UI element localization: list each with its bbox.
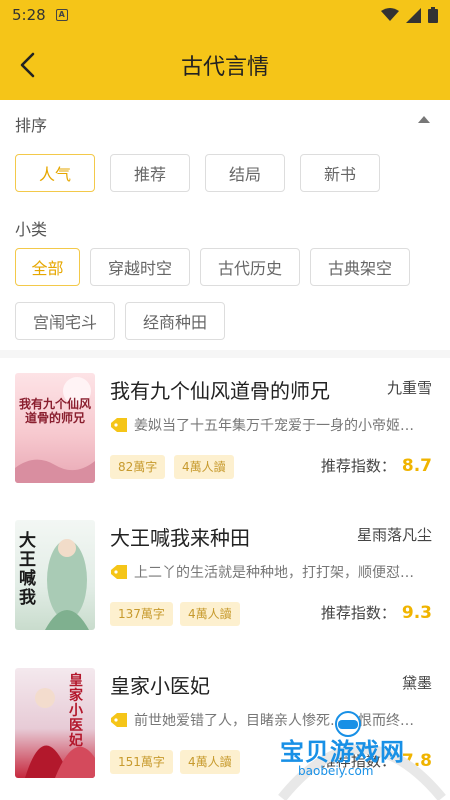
sort-option-finished[interactable]: 结局	[205, 154, 285, 192]
subcategory-ancient-history[interactable]: 古代历史	[200, 248, 300, 286]
recommend-score: 8.7	[401, 456, 432, 476]
collapse-arrow-icon[interactable]	[418, 116, 430, 123]
cover-title: 皇家小医妃	[69, 673, 83, 749]
book-cover: 大王喊我	[15, 520, 95, 630]
sort-option-new[interactable]: 新书	[300, 154, 380, 192]
notification-icon: A	[55, 9, 68, 21]
tag-icon	[111, 418, 127, 432]
word-count-badge: 82萬字	[110, 455, 166, 479]
cover-title: 我有九个仙风道骨的师兄	[19, 397, 92, 425]
signal-icon	[406, 7, 421, 23]
book-title: 大王喊我来种田	[110, 526, 250, 550]
status-icons	[381, 7, 438, 23]
site-watermark: 宝贝游戏网 baobeiy.com	[272, 710, 450, 800]
word-count-badge: 151萬字	[110, 750, 173, 774]
book-description: 上二丫的生活就是种种地，打打架，顺便怼…	[134, 565, 414, 581]
book-author: 黛墨	[401, 674, 432, 692]
back-arrow-icon	[20, 52, 35, 78]
book-cover: 皇家小医妃	[15, 668, 95, 778]
sort-label: 排序	[15, 116, 48, 135]
subcategory-time-travel[interactable]: 穿越时空	[90, 248, 190, 286]
book-title: 我有九个仙风道骨的师兄	[110, 379, 330, 403]
tag-icon	[111, 565, 127, 579]
word-count-badge: 137萬字	[110, 602, 173, 626]
watermark-url: baobeiy.com	[298, 764, 374, 778]
recommend-index: 推荐指数： 8.7	[321, 455, 432, 476]
cover-title: 大王喊我	[19, 531, 36, 608]
section-divider	[0, 350, 450, 358]
watermark-text: 宝贝游戏网	[280, 738, 405, 766]
subcategory-fictional-ancient[interactable]: 古典架空	[310, 248, 410, 286]
recommend-label: 推荐指数：	[320, 604, 396, 622]
app-header: 古代言情	[0, 30, 450, 100]
subcategory-label: 小类	[15, 220, 48, 239]
status-bar: 5:28 A	[0, 0, 450, 30]
subcategory-farming-business[interactable]: 经商种田	[125, 302, 225, 340]
subcategory-all[interactable]: 全部	[15, 248, 80, 286]
recommend-label: 推荐指数：	[320, 457, 396, 475]
sort-option-recommended[interactable]: 推荐	[110, 154, 190, 192]
book-author: 星雨落凡尘	[356, 526, 432, 544]
page-title: 古代言情	[180, 55, 269, 80]
readers-badge: 4萬人讀	[174, 455, 234, 479]
back-button[interactable]	[10, 48, 44, 82]
book-item[interactable]: 大王喊我 大王喊我来种田 星雨落凡尘 上二丫的生活就是种种地，打打架，顺便怼… …	[0, 520, 450, 668]
subcategory-palace-intrigue[interactable]: 宫闱宅斗	[15, 302, 115, 340]
book-description: 姜姒当了十五年集万千宠爱于一身的小帝姬…	[134, 418, 414, 434]
book-description-row: 姜姒当了十五年集万千宠爱于一身的小帝姬…	[110, 415, 432, 435]
cover-art	[15, 377, 95, 483]
readers-badge: 4萬人讀	[180, 750, 240, 774]
book-item[interactable]: 我有九个仙风道骨的师兄 我有九个仙风道骨的师兄 九重雪 姜姒当了十五年集万千宠爱…	[0, 373, 450, 521]
book-title: 皇家小医妃	[110, 674, 210, 698]
book-description-row: 上二丫的生活就是种种地，打打架，顺便怼…	[110, 562, 432, 582]
battery-icon	[428, 7, 438, 23]
recommend-index: 推荐指数： 9.3	[321, 602, 432, 623]
tag-icon	[111, 713, 127, 727]
wifi-icon	[381, 8, 399, 21]
book-cover: 我有九个仙风道骨的师兄	[15, 373, 95, 483]
status-time: 5:28	[12, 6, 46, 24]
readers-badge: 4萬人讀	[180, 602, 240, 626]
recommend-score: 9.3	[401, 603, 432, 623]
sort-option-popularity[interactable]: 人气	[15, 154, 95, 192]
book-author: 九重雪	[386, 379, 432, 397]
